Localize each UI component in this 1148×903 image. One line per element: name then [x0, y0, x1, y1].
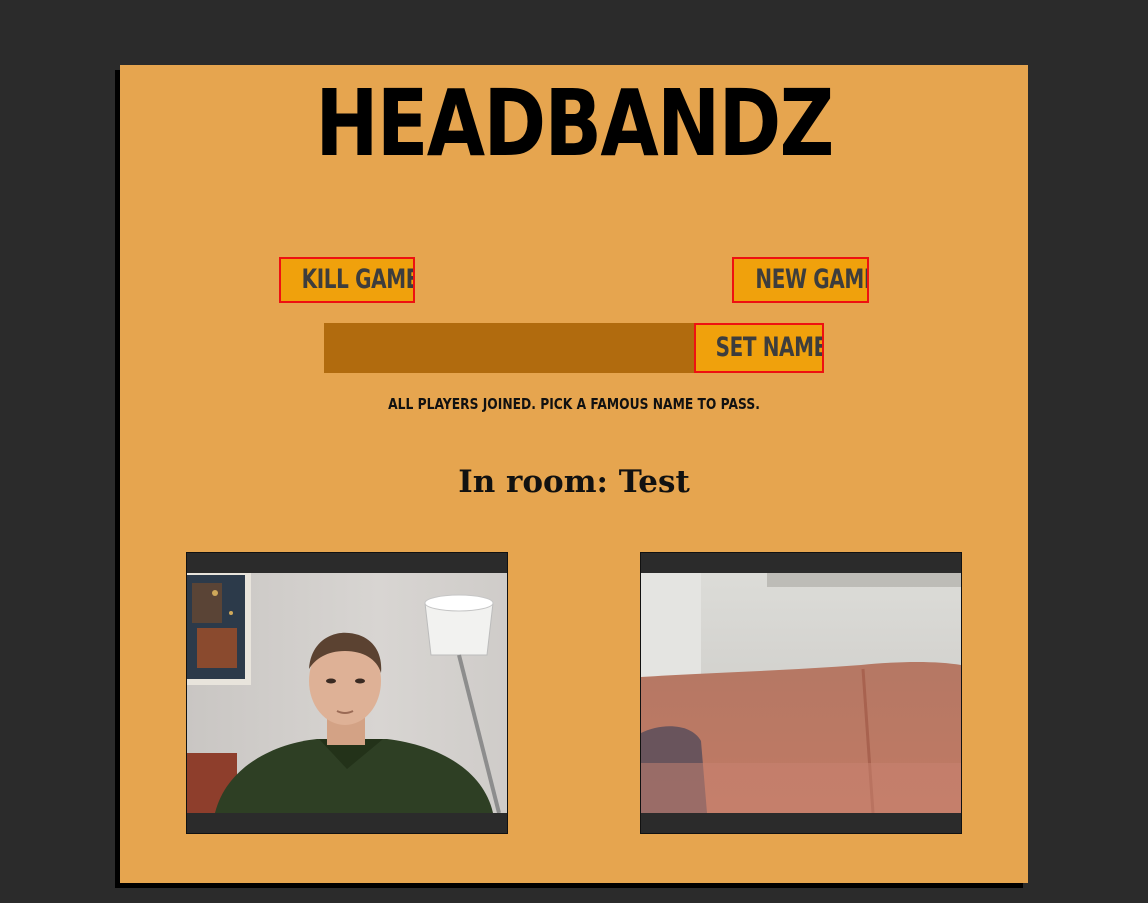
status-text: All players joined. Pick a famous name t…	[388, 395, 760, 413]
remote-video	[640, 552, 962, 834]
kill-game-label: KILL GAME	[301, 264, 415, 295]
local-video	[186, 552, 508, 834]
name-input[interactable]	[324, 323, 696, 373]
new-game-button[interactable]: NEW GAME	[732, 257, 869, 303]
room-name: In room: Test	[458, 464, 690, 500]
remote-video-frame	[641, 573, 961, 813]
set-name-button[interactable]: SET NAME	[694, 323, 824, 373]
kill-game-button[interactable]: KILL GAME	[279, 257, 415, 303]
local-video-frame	[187, 573, 507, 813]
set-name-label: SET NAME	[715, 332, 824, 363]
page-title: HEADBANDZ	[315, 70, 834, 177]
new-game-label: NEW GAME	[755, 264, 869, 295]
